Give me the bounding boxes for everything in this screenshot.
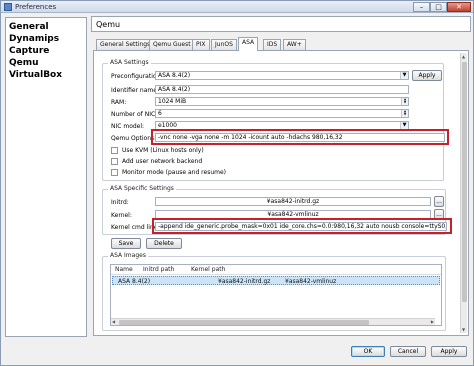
ram-spinbox[interactable]: 1024 MiB ▲ ▼ [155,97,409,106]
preconfiguration-select[interactable]: ASA 8.4(2) ▼ [155,71,409,80]
table-header: Name Initrd path Kernel path [111,265,441,275]
tab-qemu-guest[interactable]: Qemu Guest [149,39,195,50]
app-icon [4,3,12,11]
scroll-right-icon: ▶ [430,319,434,324]
scroll-left-icon: ◀ [112,319,116,324]
preferences-nav-list: General Dynamips Capture Qemu VirtualBox [5,17,87,337]
scroll-up-icon: ▲ [462,54,466,59]
vertical-scroll-thumb[interactable] [462,62,467,302]
row-initrd-path: ¥asa842-initrd.gz [218,278,271,285]
nav-item-capture[interactable]: Capture [9,46,49,56]
tab-aw-plus[interactable]: AW+ [283,39,306,50]
qemu-options-highlight-box [151,129,449,145]
kernel-label: Kernel: [111,212,132,219]
nav-item-dynamips[interactable]: Dynamips [9,34,59,44]
spin-arrows-icon: ▲ ▼ [401,110,408,117]
delete-button[interactable]: Delete [146,238,182,249]
row-kernel-path: ¥asa842-vmlinuz [285,278,337,285]
monitor-mode-checkbox[interactable] [111,169,118,176]
tab-asa[interactable]: ASA [238,37,259,51]
tab-general-settings[interactable]: General Settings [96,39,155,50]
section-title: Qemu [96,20,121,29]
save-button[interactable]: Save [111,238,141,249]
window-title: Preferences [15,3,57,11]
maximize-button[interactable]: □ [430,2,447,12]
nics-spinbox[interactable]: 6 ▲ ▼ [155,109,409,118]
row-name: ASA 8.4(2) [118,278,151,285]
monitor-mode-label: Monitor mode (pause and resume) [122,169,227,176]
nav-item-general[interactable]: General [9,22,49,32]
nic-model-label: NIC model: [111,123,145,130]
use-kvm-label: Use KVM (Linux hosts only) [122,147,204,154]
chevron-down-icon: ▼ [400,72,408,79]
cancel-button[interactable]: Cancel [390,346,426,357]
section-header: Qemu [91,16,471,32]
close-button[interactable]: ✕ [447,2,471,12]
asa-images-table: Name Initrd path Kernel path ASA 8.4(2) … [110,264,442,326]
initrd-label: Initrd: [111,199,129,206]
nics-value: 6 [158,110,162,117]
ram-label: RAM: [111,99,127,106]
horizontal-scroll-thumb[interactable] [119,320,369,325]
preconfiguration-value: ASA 8.4(2) [158,72,191,79]
tab-ids[interactable]: IDS [263,39,282,50]
tab-junos[interactable]: JunOS [211,39,237,50]
chevron-down-icon: ▼ [400,122,408,129]
nav-item-virtualbox[interactable]: VirtualBox [9,70,62,80]
scroll-down-icon: ▼ [462,327,466,332]
apply-button[interactable]: Apply [431,346,467,357]
spin-arrows-icon: ▲ ▼ [401,98,408,105]
preconfiguration-apply-button[interactable]: Apply [412,70,442,81]
column-header-initrd-path[interactable]: Initrd path [143,266,174,273]
nav-item-qemu[interactable]: Qemu [9,58,39,68]
initrd-browse-button[interactable]: ... [434,196,444,207]
asa-specific-settings-group-title: ASA Specific Settings [108,185,176,192]
asa-tab-panel: ASA Settings Preconfiguration: ASA 8.4(2… [93,50,469,336]
use-kvm-checkbox[interactable] [111,147,118,154]
add-user-network-label: Add user network backend [122,158,203,165]
identifier-input[interactable]: ASA 8.4(2) [155,85,409,94]
asa-settings-group-title: ASA Settings [108,59,151,66]
minimize-button[interactable]: – [413,2,430,12]
asa-images-group-title: ASA Images [108,252,148,259]
table-row[interactable]: ASA 8.4(2) ¥asa842-initrd.gz ¥asa842-vml… [112,276,440,285]
initrd-input[interactable]: ¥asa842-initrd.gz [155,197,431,206]
table-horizontal-scrollbar[interactable]: ◀ ▶ [111,318,435,325]
add-user-network-checkbox[interactable] [111,158,118,165]
nics-label: Number of NICs: [111,111,161,118]
panel-vertical-scrollbar[interactable]: ▲ ▼ [460,53,467,333]
identifier-label: Identifier name: [111,87,159,94]
ram-value: 1024 MiB [158,98,187,105]
title-bar: Preferences – □ ✕ [1,1,473,13]
nic-model-value: e1000 [158,122,177,129]
preferences-window: Preferences – □ ✕ General Dynamips Captu… [0,0,474,366]
kernel-cmdline-highlight-box [152,218,452,234]
ok-button[interactable]: OK [351,346,385,357]
column-header-kernel-path[interactable]: Kernel path [191,266,225,273]
qemu-options-label: Qemu Options: [111,135,157,142]
column-header-name[interactable]: Name [115,266,133,273]
tab-pix[interactable]: PIX [192,39,210,50]
